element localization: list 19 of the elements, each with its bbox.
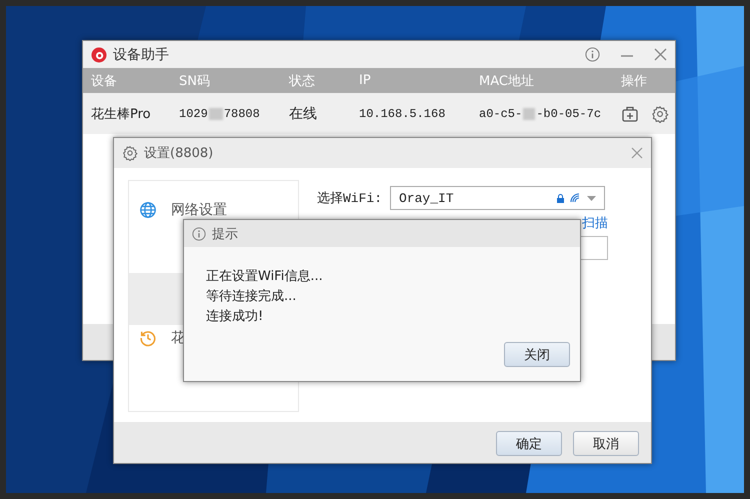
nav-label: 网络设置 [171, 201, 227, 219]
column-header: IP [359, 73, 372, 88]
column-header: 操作 [621, 72, 648, 90]
window-title: 设置(8808) [144, 145, 214, 162]
wifi-label: 选择WiFi: [317, 190, 382, 207]
column-header: SN码 [179, 72, 211, 90]
dialog-title: 提示 [212, 226, 238, 242]
device-name: 花生棒Pro [91, 106, 152, 122]
column-header: 设备 [91, 72, 118, 90]
mac-address: a0-c5- -b0-05-7c [479, 106, 602, 120]
status-message: 连接成功! [206, 308, 264, 326]
device-status: 在线 [289, 104, 318, 122]
status-message: 正在设置WiFi信息... [206, 268, 324, 286]
status-message: 等待连接完成... [206, 288, 298, 306]
column-header: MAC地址 [479, 72, 535, 90]
window-title: 设备助手 [113, 46, 169, 64]
ip-address: 10.168.5.168 [359, 106, 446, 120]
column-header: 状态 [289, 72, 316, 90]
serial-number: 1029 78808 [179, 106, 261, 120]
